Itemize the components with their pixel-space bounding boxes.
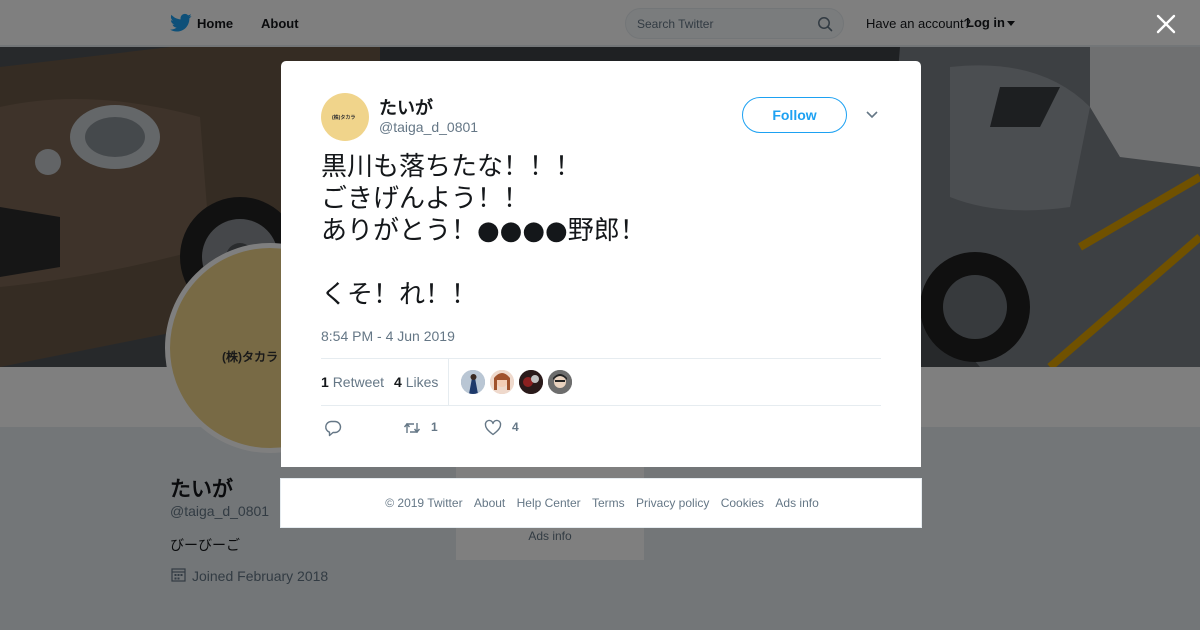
tweet-actions: 1 4 — [321, 416, 881, 440]
likes-stat[interactable]: 4 Likes — [394, 374, 438, 390]
retweet-icon[interactable] — [403, 419, 421, 437]
avatar-text: (株)タカラ — [332, 115, 356, 121]
tweet-text-line: くそ！れ！！ — [321, 280, 478, 310]
footer-link-ads-info[interactable]: Ads info — [775, 496, 818, 510]
tweet-timestamp[interactable]: 8:54 PM - 4 Jun 2019 — [321, 328, 455, 344]
liker-avatar[interactable] — [519, 370, 543, 394]
like-action-count: 4 — [512, 420, 519, 434]
footer-links: © 2019 Twitter About Help Center Terms P… — [281, 496, 923, 510]
retweet-count: 1 — [321, 374, 329, 390]
stats-divider — [448, 359, 449, 406]
tweet-text-line — [321, 247, 881, 279]
footer-bar: © 2019 Twitter About Help Center Terms P… — [280, 478, 922, 528]
tweet-text-line: ありがとう！●●●●野郎！ — [321, 216, 646, 246]
tweet-text-line: 黒川も落ちたな！！！ — [321, 152, 582, 182]
footer-link-terms[interactable]: Terms — [592, 496, 625, 510]
footer-copyright: © 2019 Twitter — [385, 496, 463, 510]
tweet-author-name[interactable]: たいが — [379, 94, 433, 120]
tweet-modal: (株)タカラ たいが @taiga_d_0801 Follow 黒川も落ちたな！… — [281, 61, 921, 467]
liker-avatar[interactable] — [461, 370, 485, 394]
chevron-down-icon[interactable] — [865, 109, 879, 121]
heart-icon[interactable] — [484, 419, 502, 437]
footer-link-cookies[interactable]: Cookies — [721, 496, 764, 510]
liker-avatar[interactable] — [548, 370, 572, 394]
tweet-text-line: ごきげんよう！！ — [321, 184, 530, 214]
tweet-text: 黒川も落ちたな！！！ ごきげんよう！！ ありがとう！●●●●野郎！ くそ！れ！！ — [321, 151, 881, 311]
tweet-author-handle[interactable]: @taiga_d_0801 — [379, 119, 478, 135]
footer-link-privacy[interactable]: Privacy policy — [636, 496, 709, 510]
close-icon[interactable] — [1155, 13, 1177, 35]
likes-label: Likes — [405, 374, 439, 390]
liker-avatar[interactable] — [490, 370, 514, 394]
reply-icon[interactable] — [324, 419, 342, 437]
retweet-stat[interactable]: 1 Retweet — [321, 374, 384, 390]
tweet-author-avatar[interactable]: (株)タカラ — [321, 93, 369, 141]
retweet-label: Retweet — [332, 374, 385, 390]
tweet-stats: 1 Retweet 4 Likes — [321, 358, 881, 406]
footer-link-about[interactable]: About — [474, 496, 505, 510]
follow-button[interactable]: Follow — [742, 97, 847, 133]
retweet-action-count: 1 — [431, 420, 438, 434]
footer-link-help-center[interactable]: Help Center — [517, 496, 581, 510]
likes-count: 4 — [394, 374, 402, 390]
